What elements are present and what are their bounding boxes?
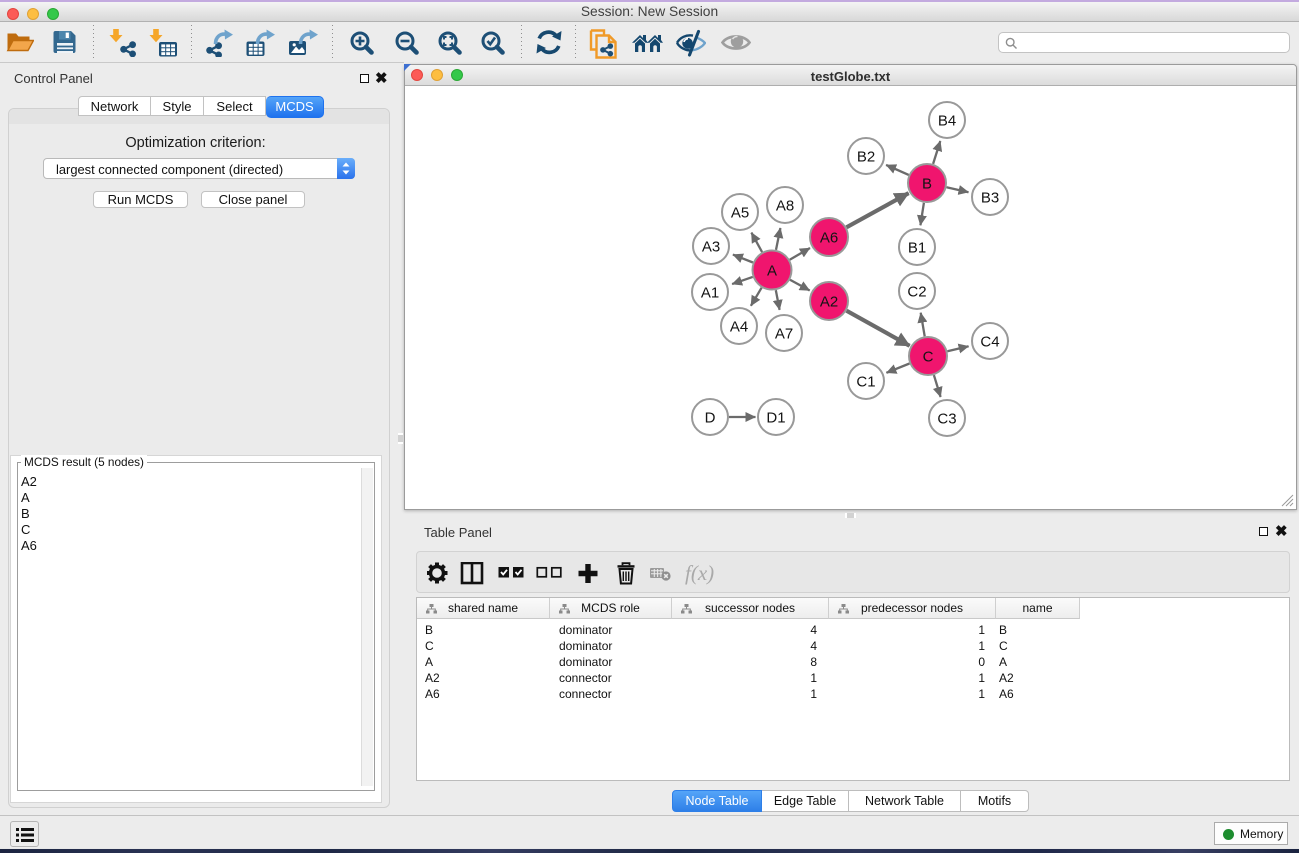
svg-text:A2: A2 (820, 294, 838, 311)
svg-text:D1: D1 (766, 410, 785, 427)
svg-text:C3: C3 (937, 411, 956, 428)
svg-text:B: B (922, 176, 932, 193)
svg-text:A7: A7 (775, 326, 793, 343)
svg-text:A4: A4 (730, 319, 748, 336)
svg-text:A8: A8 (776, 198, 794, 215)
svg-text:B1: B1 (908, 240, 926, 257)
svg-text:B3: B3 (981, 190, 999, 207)
svg-text:B2: B2 (857, 149, 875, 166)
svg-text:B4: B4 (938, 113, 956, 130)
svg-text:C: C (923, 349, 934, 366)
svg-text:D: D (705, 410, 716, 427)
svg-text:C2: C2 (907, 284, 926, 301)
svg-text:A6: A6 (820, 230, 838, 247)
svg-text:C4: C4 (980, 334, 999, 351)
svg-text:C1: C1 (856, 374, 875, 391)
svg-text:A: A (767, 263, 777, 280)
svg-text:A5: A5 (731, 205, 749, 222)
svg-text:A3: A3 (702, 239, 720, 256)
svg-text:A1: A1 (701, 285, 719, 302)
svg-text:f(x): f(x) (685, 562, 714, 585)
